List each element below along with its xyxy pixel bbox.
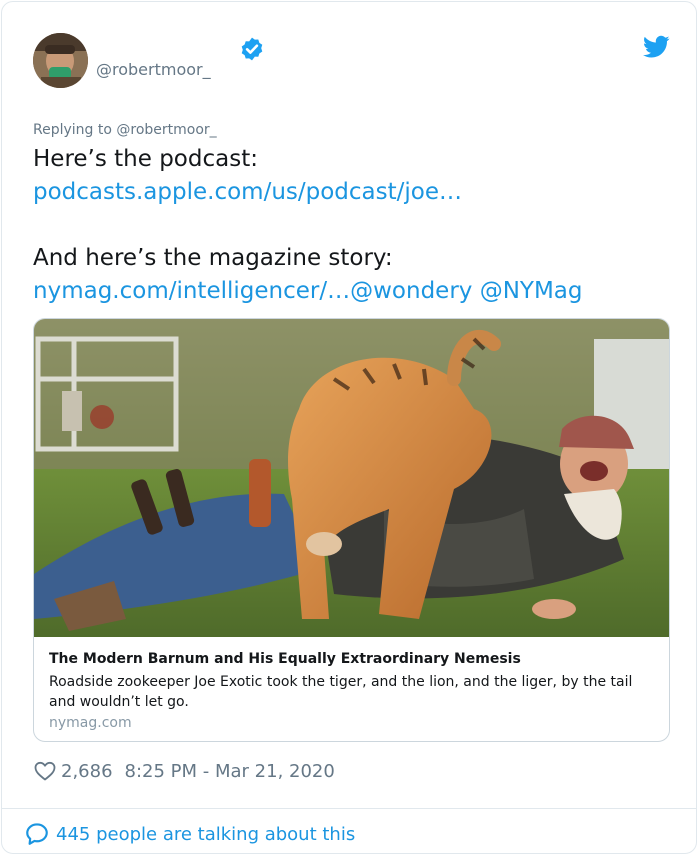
tweet-text: Here’s the podcast: podcasts.apple.com/u… xyxy=(33,143,673,308)
card-image[interactable] xyxy=(34,319,669,637)
avatar[interactable] xyxy=(33,33,88,88)
divider xyxy=(2,808,696,809)
tweet-meta: 2,686 8:25 PM - Mar 21, 2020 xyxy=(33,759,335,783)
tweet-embed: @robertmoor_ Replying to @robertmoor_ He… xyxy=(1,1,697,854)
twitter-bird-icon[interactable] xyxy=(643,35,670,59)
podcast-link[interactable]: podcasts.apple.com/us/podcast/joe… xyxy=(33,179,462,205)
magazine-link[interactable]: nymag.com/intelligencer/… xyxy=(33,278,350,304)
tweet-text-line: Here’s the podcast: xyxy=(33,146,258,172)
card-domain: nymag.com xyxy=(49,715,132,731)
card-description: Roadside zookeeper Joe Exotic took the t… xyxy=(49,674,633,710)
heart-icon[interactable] xyxy=(33,759,57,783)
verified-badge-icon xyxy=(241,37,263,61)
mention-nymag[interactable]: @NYMag xyxy=(480,278,583,304)
link-preview-card[interactable]: The Modern Barnum and His Equally Extrao… xyxy=(33,318,670,742)
like-count[interactable]: 2,686 xyxy=(61,761,113,782)
conversation-link[interactable]: 445 people are talking about this xyxy=(24,820,355,848)
speech-bubble-icon xyxy=(26,823,48,845)
replying-to-label: Replying to @robertmoor_ xyxy=(33,122,217,138)
author-handle[interactable]: @robertmoor_ xyxy=(96,60,211,79)
card-title[interactable]: The Modern Barnum and His Equally Extrao… xyxy=(49,651,521,667)
tweet-timestamp[interactable]: 8:25 PM - Mar 21, 2020 xyxy=(125,761,335,782)
mention-wondery[interactable]: @wondery xyxy=(350,278,472,304)
tweet-text-line: And here’s the magazine story: xyxy=(33,245,393,271)
talking-about-label[interactable]: 445 people are talking about this xyxy=(56,824,355,845)
